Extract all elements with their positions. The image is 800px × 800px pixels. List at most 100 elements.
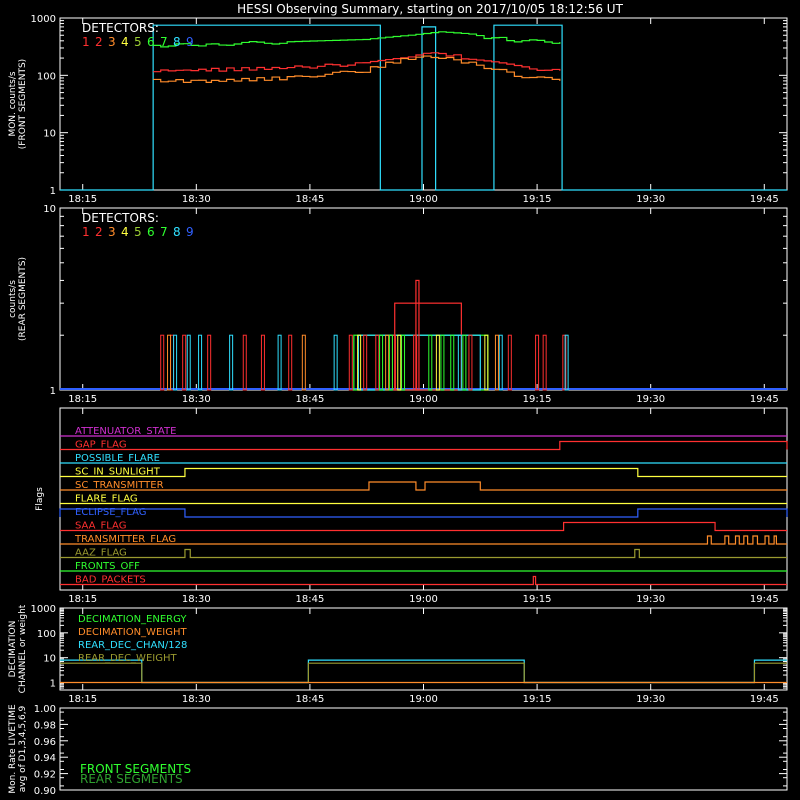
legend-entry: 6: [147, 35, 155, 49]
x-tick-label: 19:30: [636, 194, 665, 205]
y-tick-label: 0.96: [34, 737, 56, 748]
rear-spike: [207, 334, 212, 391]
legend-entry: 1: [82, 225, 90, 239]
flag-label: FRONTS_OFF: [75, 561, 140, 572]
y-tick-label: 0.98: [34, 720, 56, 731]
x-tick-label: 18:30: [182, 194, 211, 205]
flag-label: ATTENUATOR_STATE: [75, 426, 176, 437]
y-axis-label: MON. counts/s(FRONT SEGMENTS): [8, 59, 28, 149]
rear-spike: [301, 334, 306, 391]
x-tick-label: 19:00: [409, 394, 438, 405]
flag-line: [60, 521, 787, 532]
rear-spike: [468, 334, 473, 391]
rear-spike: [440, 334, 445, 391]
legend-entry: 2: [95, 225, 103, 239]
flag-label: GAP_FLAG: [75, 440, 127, 451]
y-axis-label: Mon. Rate LIVETIMEavg of D1,3,4,5,6,9: [8, 704, 28, 794]
figure: HESSI Observing Summary, starting on 201…: [8, 2, 788, 797]
rear-spike: [379, 334, 384, 391]
y-axis-label-line: Mon. Rate LIVETIME: [8, 704, 18, 794]
y-axis-label-line: avg of D1,3,4,5,6,9: [18, 705, 28, 792]
legend-entry: 7: [160, 225, 168, 239]
x-tick-label: 19:45: [750, 194, 779, 205]
rear-spike: [160, 334, 165, 391]
flag-label: POSSIBLE_FLARE: [75, 453, 160, 464]
y-tick-label: 1.00: [34, 704, 56, 715]
y-tick-label: 10: [43, 654, 56, 665]
rear-spike: [435, 334, 440, 391]
front-frame: [59, 17, 788, 191]
rear-spike: [363, 334, 368, 391]
rear-spike: [182, 334, 187, 391]
rear-spike: [401, 334, 406, 391]
legend-entry: 4: [121, 225, 129, 239]
y-tick-label: 1: [50, 186, 56, 197]
flag-label: SC_IN_SUNLIGHT: [75, 467, 161, 478]
rear-spike: [375, 334, 380, 391]
rear-spike: [462, 334, 467, 391]
y-axis-label: Flags: [35, 487, 45, 511]
legend-title: DETECTORS:: [82, 211, 159, 225]
x-tick-label: 18:30: [182, 694, 211, 705]
legend-entry: 3: [108, 35, 116, 49]
legend-entry: 5: [134, 35, 142, 49]
rear-spike: [450, 334, 455, 391]
y-tick-label: 1000: [31, 14, 56, 25]
x-tick-label: 18:15: [68, 194, 97, 205]
legend-entry: 8: [173, 35, 181, 49]
x-tick-label: 18:15: [68, 694, 97, 705]
decimation-legend-entry: REAR_DEC_CHAN/128: [78, 640, 187, 651]
x-tick-label: 18:45: [295, 394, 324, 405]
x-tick-label: 19:45: [750, 594, 779, 605]
y-axis-label-line: (REAR SEGMENTS): [18, 257, 28, 341]
rear-spike: [507, 334, 512, 391]
y-tick-label: 10: [43, 129, 56, 140]
rear-band: [353, 334, 489, 391]
legend-entry: 1: [82, 35, 90, 49]
rear-spike: [229, 334, 234, 391]
decimation-legend-entry: REAR_DEC_WEIGHT: [78, 653, 177, 664]
x-tick-label: 18:15: [68, 394, 97, 405]
flag-label: SC_TRANSMITTER: [75, 480, 164, 491]
x-tick-label: 19:30: [636, 394, 665, 405]
flag-line: [60, 548, 787, 559]
rear-spike: [484, 334, 489, 391]
rear-spike: [542, 334, 547, 391]
y-tick-label: 100: [37, 629, 56, 640]
x-tick-label: 19:15: [523, 194, 552, 205]
legend-entry: 7: [160, 35, 168, 49]
x-tick-label: 18:30: [182, 594, 211, 605]
rear-spike: [186, 334, 191, 391]
x-tick-label: 19:15: [523, 594, 552, 605]
legend-entry: 8: [173, 225, 181, 239]
y-axis-label: DECIMATIONCHANNEL or weight: [8, 604, 28, 693]
rear-spike: [397, 334, 402, 391]
rear-spike: [385, 334, 390, 391]
x-tick-label: 19:45: [750, 394, 779, 405]
rear-spike: [494, 334, 499, 391]
rear-spike: [260, 334, 265, 391]
rear-spike: [535, 334, 540, 391]
flag-label: AAZ_FLAG: [75, 548, 127, 559]
flag-line: [59, 508, 788, 518]
y-tick-label: 100: [37, 71, 56, 82]
x-tick-label: 19:00: [409, 594, 438, 605]
x-tick-label: 18:30: [182, 394, 211, 405]
front-series-line: [60, 24, 787, 191]
flag-label: FLARE_FLAG: [75, 494, 138, 505]
x-tick-label: 19:30: [636, 694, 665, 705]
y-axis-label-line: CHANNEL or weight: [18, 604, 28, 693]
x-tick-label: 19:15: [523, 394, 552, 405]
rear-spike: [173, 334, 178, 391]
legend-entry: 2: [95, 35, 103, 49]
plot-layer: 1 10 100 1000 18:15 18:30 18:45 19:00 19:15 19:30…: [8, 14, 788, 797]
rear-spike: [277, 334, 282, 391]
x-tick-label: 19:45: [750, 694, 779, 705]
rear-spike: [242, 334, 247, 391]
flag-label: SAA_FLAG: [75, 521, 126, 532]
legend-entry: 6: [147, 225, 155, 239]
flag-line: [60, 575, 787, 586]
flag-line: [60, 440, 788, 451]
legend-entry: 4: [121, 35, 129, 49]
rear-spike: [498, 334, 503, 391]
